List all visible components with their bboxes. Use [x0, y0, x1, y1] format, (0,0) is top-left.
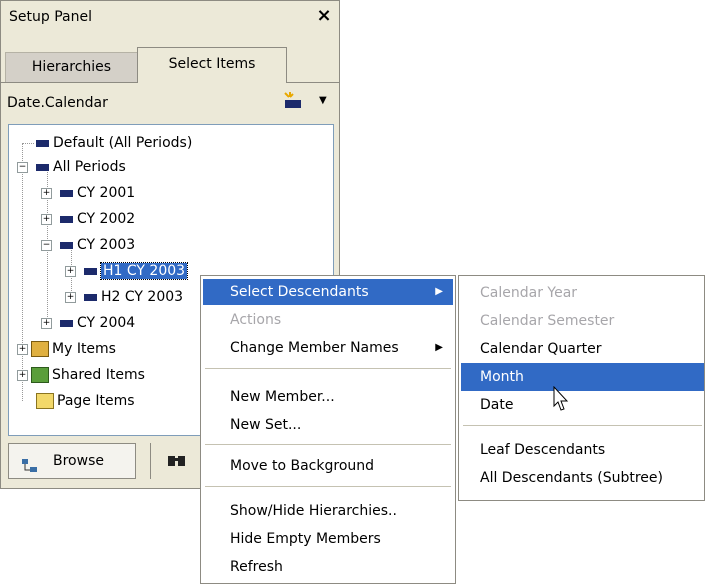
submenu-item-calendar-year: Calendar Year: [480, 285, 578, 301]
menu-item-new-member[interactable]: New Member...: [203, 384, 453, 410]
submenu-item-calendar-semester: Calendar Semester: [480, 313, 615, 329]
descendants-submenu: Calendar Year Calendar Semester Calendar…: [458, 275, 705, 501]
tree-item-cy2002[interactable]: + CY 2002: [41, 207, 135, 231]
expand-icon[interactable]: +: [41, 188, 52, 199]
menu-item-new-set[interactable]: New Set...: [203, 412, 453, 438]
mouse-pointer-icon: [553, 385, 569, 416]
chevron-down-icon[interactable]: ▼: [319, 95, 327, 106]
expand-icon[interactable]: +: [17, 344, 28, 355]
member-icon: [36, 139, 49, 147]
chevron-right-icon: ▶: [435, 286, 443, 297]
submenu-item-all-descendants[interactable]: All Descendants (Subtree): [461, 464, 704, 492]
submenu-separator: [463, 425, 702, 426]
tree-item-shared-items[interactable]: + Shared Items: [17, 363, 145, 387]
chevron-right-icon: ▶: [435, 342, 443, 353]
tree-item-cy2003[interactable]: − CY 2003: [41, 233, 135, 257]
tree-item-cy2001[interactable]: + CY 2001: [41, 181, 135, 205]
expand-icon[interactable]: +: [41, 318, 52, 329]
submenu-item-month[interactable]: Month: [461, 363, 704, 391]
menu-item-move-to-background[interactable]: Move to Background: [203, 453, 453, 479]
submenu-item-leaf-descendants[interactable]: Leaf Descendants: [461, 436, 704, 464]
collapse-icon[interactable]: −: [17, 162, 28, 173]
member-icon: [84, 267, 97, 275]
collapse-icon[interactable]: −: [41, 240, 52, 251]
menu-separator: [205, 368, 451, 369]
menu-item-actions: Actions: [230, 312, 282, 328]
expand-icon[interactable]: +: [65, 292, 76, 303]
menu-separator: [205, 486, 451, 487]
browse-icon: [21, 453, 39, 487]
expand-icon[interactable]: +: [41, 214, 52, 225]
close-button[interactable]: ×: [313, 5, 335, 27]
dimension-label: Date.Calendar: [7, 95, 108, 111]
tree-item-page-items[interactable]: Page Items: [36, 389, 135, 413]
tree-item-h1-cy2003[interactable]: + H1 CY 2003: [65, 259, 189, 283]
member-icon: [84, 293, 97, 301]
tree-item-all-periods[interactable]: − All Periods: [17, 155, 126, 179]
tree-item-my-items[interactable]: + My Items: [17, 337, 116, 361]
member-icon: [60, 215, 73, 223]
new-set-icon[interactable]: [281, 91, 305, 115]
tree-item-h2-cy2003[interactable]: + H2 CY 2003: [65, 285, 183, 309]
member-icon: [60, 319, 73, 327]
panel-titlebar: Setup Panel ×: [1, 1, 339, 35]
binoculars-icon: [167, 452, 187, 472]
member-icon: [60, 241, 73, 249]
menu-item-refresh[interactable]: Refresh: [203, 554, 453, 580]
my-items-icon: [31, 341, 49, 357]
dimension-row: Date.Calendar ▼: [1, 83, 339, 123]
menu-separator: [205, 444, 451, 445]
tree-item-cy2004[interactable]: + CY 2004: [41, 311, 135, 335]
panel-title: Setup Panel: [9, 9, 92, 25]
tab-select-items[interactable]: Select Items: [137, 47, 287, 83]
page-items-icon: [36, 393, 54, 409]
menu-item-select-descendants[interactable]: Select Descendants ▶: [203, 279, 453, 305]
tab-hierarchies[interactable]: Hierarchies: [5, 52, 138, 82]
menu-item-show-hide-hierarchies[interactable]: Show/Hide Hierarchies..: [203, 498, 453, 524]
submenu-item-date[interactable]: Date: [461, 391, 704, 419]
tree-item-default[interactable]: Default (All Periods): [22, 131, 192, 155]
shared-items-icon: [31, 367, 49, 383]
member-icon: [36, 163, 49, 171]
menu-item-hide-empty-members[interactable]: Hide Empty Members: [203, 526, 453, 552]
submenu-item-calendar-quarter[interactable]: Calendar Quarter: [461, 335, 704, 363]
context-menu: Select Descendants ▶ Actions Change Membe…: [200, 275, 456, 584]
browse-button[interactable]: Browse: [8, 443, 136, 479]
expand-icon[interactable]: +: [17, 370, 28, 381]
menu-item-change-member-names[interactable]: Change Member Names ▶: [203, 335, 453, 361]
expand-icon[interactable]: +: [65, 266, 76, 277]
member-icon: [60, 189, 73, 197]
